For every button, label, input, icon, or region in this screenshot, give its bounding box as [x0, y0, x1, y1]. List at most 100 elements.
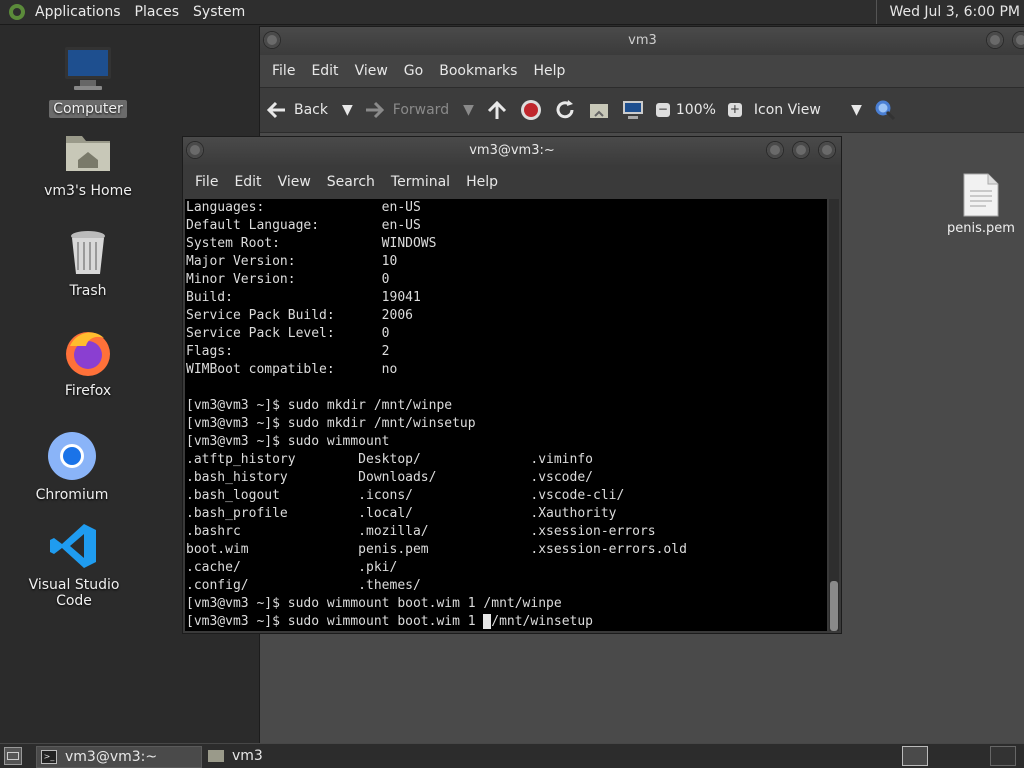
forward-arrow-icon [365, 100, 385, 120]
computer-icon [622, 101, 643, 119]
terminal-output: Languages: en-US Default Language: en-US… [186, 200, 687, 611]
zoom-level: 100% [675, 102, 716, 118]
file-manager-titlebar[interactable]: vm3 [260, 27, 1024, 55]
computer-icon [62, 44, 114, 96]
folder-icon [208, 750, 224, 762]
terminal-titlebar[interactable]: vm3@vm3:~ [183, 137, 841, 165]
computer-button[interactable] [622, 100, 644, 120]
taskbar-item-label: vm3@vm3:~ [65, 749, 158, 765]
menu-bookmarks[interactable]: Bookmarks [431, 63, 525, 79]
forward-dropdown-icon[interactable]: ▼ [463, 102, 474, 118]
vscode-icon [48, 520, 100, 572]
taskbar-item-terminal[interactable]: >_ vm3@vm3:~ [36, 746, 202, 768]
desktop-icon-label: Visual Studio Code [28, 577, 120, 609]
close-icon[interactable] [819, 142, 835, 158]
back-arrow-icon [266, 100, 286, 120]
up-button[interactable] [486, 100, 508, 120]
terminal-prompt-line[interactable]: [vm3@vm3 ~]$ sudo wimmount boot.wim 1 /m… [185, 613, 827, 631]
terminal-scrollbar[interactable] [829, 199, 839, 631]
desktop-icon-label: Computer [49, 100, 127, 118]
clock[interactable]: Wed Jul 3, 6:00 PM [876, 0, 1024, 24]
forward-button[interactable]: Forward ▼ [365, 100, 474, 120]
zoom-in-button[interactable]: + [727, 102, 742, 117]
back-button[interactable]: Back ▼ [266, 100, 353, 120]
menu-file[interactable]: File [264, 63, 303, 79]
terminal-menubar: File Edit View Search Terminal Help [183, 165, 841, 199]
workspace-switcher[interactable] [902, 746, 928, 766]
menu-edit[interactable]: Edit [303, 63, 346, 79]
file-manager-menubar: File Edit View Go Bookmarks Help [260, 55, 1024, 87]
desktop-icon-label: Chromium [35, 487, 109, 503]
desktop-icon-home[interactable]: vm3's Home [28, 126, 148, 200]
menu-view[interactable]: View [270, 174, 319, 190]
window-title: vm3@vm3:~ [469, 143, 555, 158]
show-desktop-icon [7, 752, 19, 760]
view-mode-select[interactable]: Icon View ▼ [754, 102, 862, 118]
menu-go[interactable]: Go [396, 63, 431, 79]
menu-edit[interactable]: Edit [226, 174, 269, 190]
file-item[interactable]: penis.pem [936, 173, 1024, 236]
desktop-icon-label: Trash [69, 283, 107, 299]
terminal-icon: >_ [41, 750, 57, 764]
stop-button[interactable] [520, 99, 542, 121]
prompt-text-before-cursor: [vm3@vm3 ~]$ sudo wimmount boot.wim 1 [186, 614, 476, 629]
zoom-in-icon: + [727, 102, 742, 117]
top-panel: Applications Places System Wed Jul 3, 6:… [0, 0, 1024, 25]
view-mode-dropdown-icon: ▼ [851, 102, 862, 118]
bottom-panel: >_ vm3@vm3:~ vm3 [0, 743, 1024, 768]
places-menu[interactable]: Places [128, 4, 187, 20]
terminal-window: vm3@vm3:~ File Edit View Search Terminal… [182, 136, 842, 634]
up-arrow-icon [487, 100, 506, 119]
system-menu[interactable]: System [186, 4, 252, 20]
back-label: Back [294, 102, 328, 118]
show-desktop-button[interactable] [4, 747, 22, 765]
desktop-icon-label: Firefox [64, 383, 112, 399]
search-button[interactable] [874, 99, 896, 121]
view-mode-value: Icon View [753, 102, 821, 118]
zoom-out-icon: − [655, 102, 670, 117]
desktop-icon-vscode[interactable]: Visual Studio Code [14, 520, 134, 610]
home-icon [589, 104, 608, 118]
reload-button[interactable] [554, 99, 576, 121]
firefox-icon [62, 326, 114, 378]
menu-view[interactable]: View [347, 63, 396, 79]
workspace-switcher-2[interactable] [990, 746, 1016, 766]
menu-search[interactable]: Search [319, 174, 383, 190]
window-menu-icon[interactable] [264, 32, 280, 48]
scrollbar-thumb[interactable] [830, 581, 838, 631]
menu-help[interactable]: Help [458, 174, 506, 190]
prompt-text-after-cursor: /mnt/winsetup [491, 614, 593, 629]
menu-file[interactable]: File [187, 174, 226, 190]
menu-help[interactable]: Help [525, 63, 573, 79]
window-title: vm3 [628, 33, 657, 48]
minimize-icon[interactable] [767, 142, 783, 158]
taskbar-item-label: vm3 [232, 748, 263, 764]
back-dropdown-icon[interactable]: ▼ [342, 102, 353, 118]
window-menu-icon[interactable] [187, 142, 203, 158]
desktop-icon-trash[interactable]: Trash [28, 226, 148, 300]
home-button[interactable] [588, 100, 610, 120]
search-icon [875, 100, 895, 121]
desktop-icon-computer[interactable]: Computer [28, 44, 148, 118]
file-manager-toolbar: Back ▼ Forward ▼ − 100% + Icon View ▼ [260, 87, 1024, 133]
desktop-icon-firefox[interactable]: Firefox [28, 326, 148, 400]
zoom-out-button[interactable]: − [655, 102, 670, 117]
file-name: penis.pem [947, 221, 1015, 236]
menu-terminal[interactable]: Terminal [383, 174, 458, 190]
distro-logo-icon[interactable] [8, 3, 26, 21]
chromium-icon [46, 430, 98, 482]
terminal-screen[interactable]: Languages: en-US Default Language: en-US… [185, 199, 827, 631]
trash-icon [62, 226, 114, 278]
maximize-icon[interactable] [793, 142, 809, 158]
taskbar-item-file-manager[interactable]: vm3 [204, 746, 368, 766]
applications-menu[interactable]: Applications [28, 4, 128, 20]
desktop-icon-label: vm3's Home [44, 183, 132, 199]
home-folder-icon [62, 126, 114, 178]
forward-label: Forward [392, 102, 450, 118]
reload-icon [556, 100, 574, 119]
desktop-icon-chromium[interactable]: Chromium [12, 430, 132, 504]
stop-icon [520, 100, 541, 120]
document-icon [963, 173, 999, 217]
minimize-icon[interactable] [987, 32, 1003, 48]
maximize-icon[interactable] [1013, 32, 1024, 48]
